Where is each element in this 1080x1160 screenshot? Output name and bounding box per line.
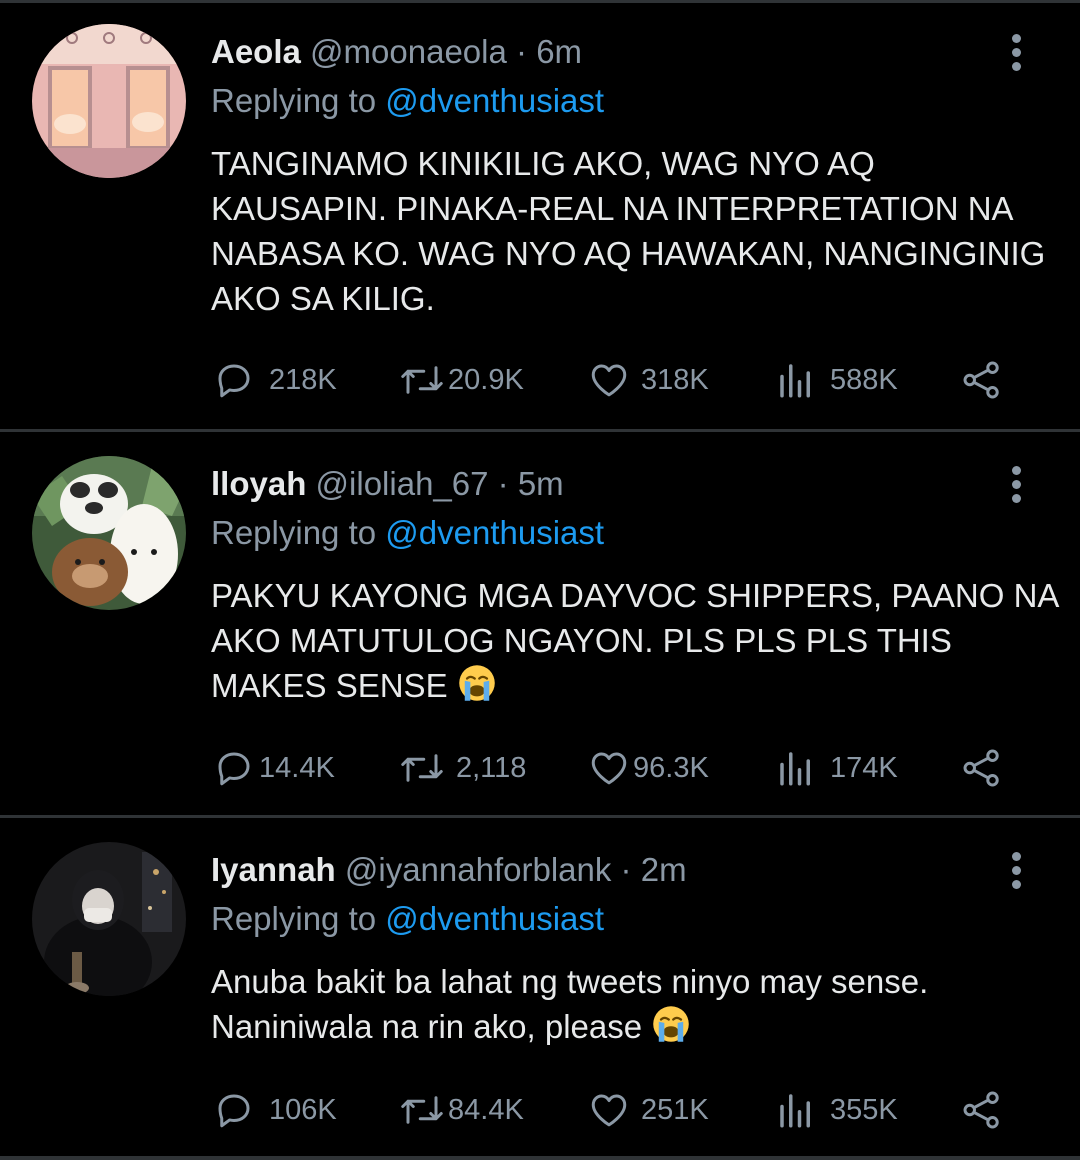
replying-to: Replying to @dventhusiast (211, 81, 604, 121)
reply-icon (218, 752, 250, 786)
avatar[interactable] (32, 456, 186, 610)
replying-to-label: Replying to (211, 82, 377, 119)
views-count: 174K (830, 751, 898, 784)
views-button[interactable]: 174K (776, 743, 898, 793)
like-icon (591, 364, 627, 397)
replying-to: Replying to @dventhusiast (211, 513, 604, 553)
display-name[interactable]: Iyannah (211, 851, 336, 888)
share-icon (963, 361, 999, 399)
retweet-button[interactable]: 20.9K (396, 355, 524, 405)
more-icon[interactable] (1004, 466, 1028, 510)
like-icon (591, 1094, 627, 1127)
share-button[interactable] (960, 1085, 1004, 1135)
retweet-count: 2,118 (456, 751, 527, 784)
separator-dot: · (497, 465, 509, 502)
user-handle[interactable]: @moonaeola (310, 33, 507, 70)
share-icon (963, 749, 999, 787)
more-icon[interactable] (1004, 34, 1028, 78)
tweet-text: Anuba bakit ba lahat ng tweets ninyo may… (211, 959, 1056, 1049)
share-button[interactable] (960, 743, 1004, 793)
like-button[interactable]: 251K (587, 1085, 709, 1135)
like-count: 251K (641, 1093, 709, 1126)
reply-button[interactable]: 218K (213, 355, 337, 405)
avatar[interactable] (32, 842, 186, 996)
like-button[interactable]: 318K (587, 355, 709, 405)
reply-count: 218K (269, 363, 337, 396)
reply-count: 14.4K (259, 751, 335, 784)
tweet-actions: 106K 84.4K 251K 355K (0, 1085, 1080, 1135)
replying-to: Replying to @dventhusiast (211, 899, 604, 939)
replying-to-label: Replying to (211, 900, 377, 937)
tweet-actions: 14.4K 2,118 96.3K 174K (0, 743, 1080, 793)
tweet-text-content: PAKYU KAYONG MGA DAYVOC SHIPPERS, PAANO … (211, 577, 1058, 704)
reply-button[interactable]: 14.4K (213, 743, 335, 793)
reply-count: 106K (269, 1093, 337, 1126)
loudly-crying-face-emoji (458, 665, 495, 701)
user-handle[interactable]: @iloliah_67 (316, 465, 489, 502)
retweet-count: 20.9K (448, 363, 524, 396)
timestamp[interactable]: 2m (641, 851, 687, 888)
avatar[interactable] (32, 24, 186, 178)
replying-to-label: Replying to (211, 514, 377, 551)
retweet-button[interactable]: 2,118 (396, 743, 526, 793)
retweet-icon (401, 366, 443, 394)
timestamp[interactable]: 6m (536, 33, 582, 70)
retweet-icon (401, 1096, 443, 1124)
user-handle[interactable]: @iyannahforblank (345, 851, 612, 888)
views-icon (780, 364, 810, 398)
tweet-text: TANGINAMO KINIKILIG AKO, WAG NYO AQ KAUS… (211, 141, 1051, 321)
like-icon (591, 752, 627, 785)
tweet-header: lloyah @iloliah_67 · 5m (211, 464, 564, 504)
views-count: 355K (830, 1093, 898, 1126)
views-icon (780, 752, 810, 786)
display-name[interactable]: lloyah (211, 465, 306, 502)
retweet-count: 84.4K (448, 1093, 524, 1126)
separator-dot: · (620, 851, 632, 888)
tweet-header: Aeola @moonaeola · 6m (211, 32, 582, 72)
tweet[interactable]: Iyannah @iyannahforblank · 2m Replying t… (0, 818, 1080, 1160)
reply-icon (218, 364, 250, 398)
tweet-text-content: Anuba bakit ba lahat ng tweets ninyo may… (211, 963, 929, 1045)
views-button[interactable]: 355K (776, 1085, 898, 1135)
tweet[interactable]: lloyah @iloliah_67 · 5m Replying to @dve… (0, 432, 1080, 818)
replying-to-mention[interactable]: @dventhusiast (385, 514, 604, 551)
tweet-text-content: TANGINAMO KINIKILIG AKO, WAG NYO AQ KAUS… (211, 145, 1046, 317)
tweet-header: Iyannah @iyannahforblank · 2m (211, 850, 687, 890)
views-button[interactable]: 588K (776, 355, 898, 405)
tweet[interactable]: Aeola @moonaeola · 6m Replying to @dvent… (0, 0, 1080, 432)
share-icon (963, 1091, 999, 1129)
like-count: 318K (641, 363, 709, 396)
tweet-divider (0, 1156, 1080, 1160)
reply-icon (218, 1094, 250, 1128)
more-icon[interactable] (1004, 852, 1028, 896)
loudly-crying-face-emoji (653, 1006, 690, 1042)
separator-dot: · (516, 33, 528, 70)
views-count: 588K (830, 363, 898, 396)
reply-button[interactable]: 106K (213, 1085, 337, 1135)
timestamp[interactable]: 5m (518, 465, 564, 502)
tweet-actions: 218K 20.9K 318K 588K (0, 355, 1080, 405)
tweet-text: PAKYU KAYONG MGA DAYVOC SHIPPERS, PAANO … (211, 573, 1061, 708)
display-name[interactable]: Aeola (211, 33, 301, 70)
views-icon (780, 1094, 810, 1128)
share-button[interactable] (960, 355, 1004, 405)
like-button[interactable]: 96.3K (587, 743, 709, 793)
retweet-icon (401, 754, 443, 782)
retweet-button[interactable]: 84.4K (396, 1085, 524, 1135)
replying-to-mention[interactable]: @dventhusiast (385, 900, 604, 937)
like-count: 96.3K (633, 751, 709, 784)
replying-to-mention[interactable]: @dventhusiast (385, 82, 604, 119)
